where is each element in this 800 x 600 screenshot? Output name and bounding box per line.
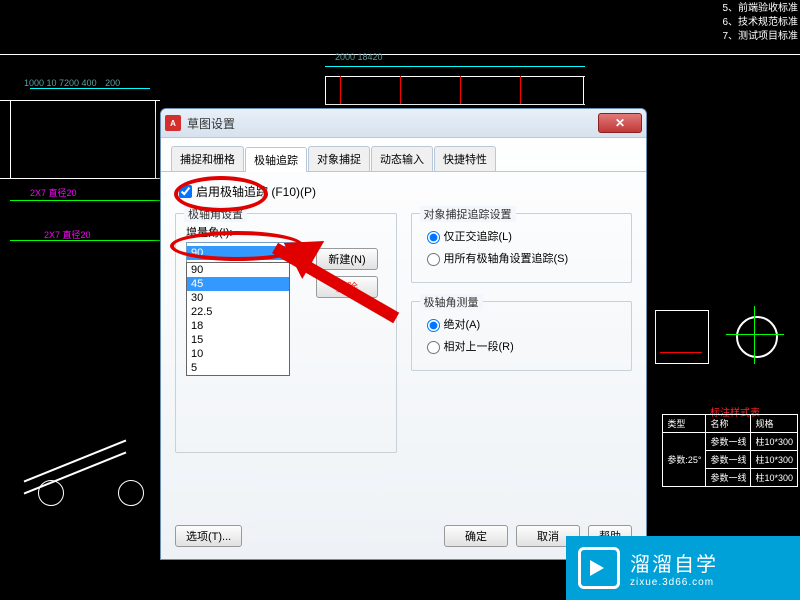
watermark: 溜溜自学 zixue.3d66.com xyxy=(566,536,800,600)
absolute-radio[interactable]: 绝对(A) xyxy=(422,316,622,332)
increment-angle-dropdown[interactable]: 90 xyxy=(186,242,306,264)
option-10[interactable]: 10 xyxy=(187,347,289,361)
enable-polar-label: 启用极轴追踪 (F10)(P) xyxy=(196,183,316,200)
option-18[interactable]: 18 xyxy=(187,319,289,333)
drafting-settings-dialog: A 草图设置 ✕ 捕捉和栅格 极轴追踪 对象捕捉 动态输入 快捷特性 启用极轴追… xyxy=(160,108,647,560)
new-button[interactable]: 新建(N) xyxy=(316,248,378,270)
enable-polar-checkbox[interactable]: 启用极轴追踪 (F10)(P) xyxy=(175,182,632,201)
increment-angle-label: 增量角(I): xyxy=(186,224,306,240)
tab-dynamic-input[interactable]: 动态输入 xyxy=(371,146,433,171)
all-polar-track-radio[interactable]: 用所有极轴角设置追踪(S) xyxy=(422,250,622,266)
spec-table: 类型名称规格 参数:25°参数一线柱10*300 参数一线柱10*300 参数一… xyxy=(662,414,798,487)
option-45[interactable]: 45 xyxy=(187,277,289,291)
option-15[interactable]: 15 xyxy=(187,333,289,347)
bg-notes: 5、前端验收标准6、技术规范标准7、测试项目标准 xyxy=(722,2,798,44)
tab-strip: 捕捉和栅格 极轴追踪 对象捕捉 动态输入 快捷特性 xyxy=(161,138,646,172)
app-icon: A xyxy=(165,115,181,131)
increment-angle-list[interactable]: 90 45 30 22.5 18 15 10 5 xyxy=(186,262,290,376)
watermark-brand: 溜溜自学 xyxy=(630,548,718,577)
dialog-title: 草图设置 xyxy=(187,115,235,132)
delete-button[interactable]: 删除 xyxy=(316,276,378,298)
tab-object-snap[interactable]: 对象捕捉 xyxy=(308,146,370,171)
osnap-track-group-title: 对象捕捉追踪设置 xyxy=(420,206,516,222)
titlebar[interactable]: A 草图设置 ✕ xyxy=(161,109,646,138)
ortho-track-radio[interactable]: 仅正交追踪(L) xyxy=(422,228,622,244)
option-30[interactable]: 30 xyxy=(187,291,289,305)
enable-polar-input[interactable] xyxy=(179,185,192,198)
polar-measure-group-title: 极轴角测量 xyxy=(420,294,483,310)
options-button[interactable]: 选项(T)... xyxy=(175,525,242,547)
relative-radio[interactable]: 相对上一段(R) xyxy=(422,338,622,354)
tab-polar-tracking[interactable]: 极轴追踪 xyxy=(245,147,307,172)
polar-angle-group-title: 极轴角设置 xyxy=(184,206,247,222)
close-button[interactable]: ✕ xyxy=(598,113,642,133)
tab-snap-grid[interactable]: 捕捉和栅格 xyxy=(171,146,244,171)
option-22-5[interactable]: 22.5 xyxy=(187,305,289,319)
watermark-url: zixue.3d66.com xyxy=(630,577,718,588)
tab-quick-props[interactable]: 快捷特性 xyxy=(434,146,496,171)
option-90[interactable]: 90 xyxy=(187,263,289,277)
chevron-down-icon[interactable] xyxy=(287,244,305,262)
play-icon xyxy=(578,547,620,589)
ok-button[interactable]: 确定 xyxy=(444,525,508,547)
option-5[interactable]: 5 xyxy=(187,361,289,375)
